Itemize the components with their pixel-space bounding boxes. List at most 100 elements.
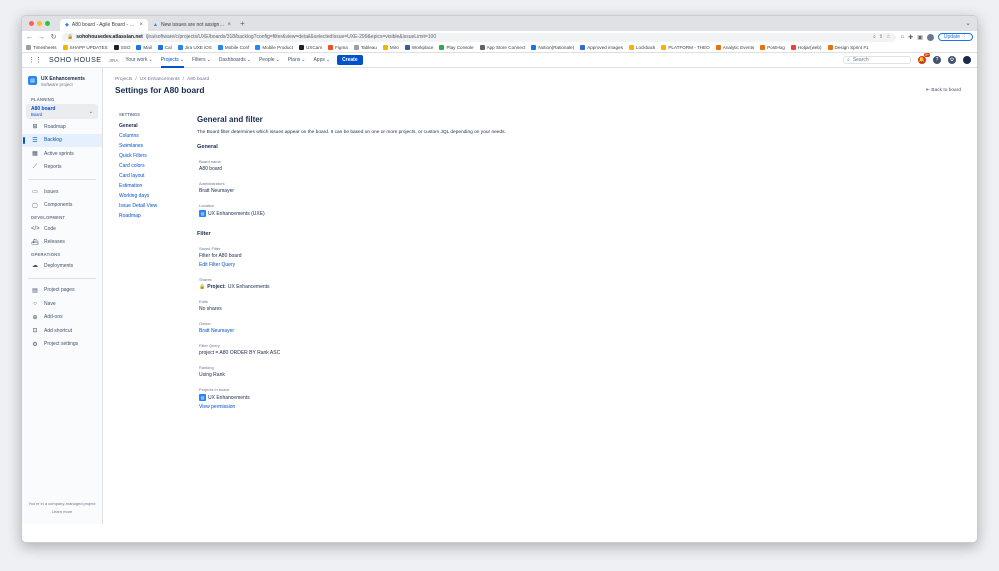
projects-in-board-value: ▤ UX Enhancements <box>199 394 597 401</box>
sidebar-item-add-shortcut[interactable]: ⊡ Add shortcut <box>22 324 102 338</box>
bookmark-item[interactable]: Lockback <box>628 45 655 50</box>
nav-apps[interactable]: Apps ⌄ <box>313 57 330 63</box>
bookmark-item[interactable]: Hotjar(web) <box>790 45 822 50</box>
profile-avatar[interactable] <box>926 33 934 41</box>
sidebar-item-reports[interactable]: ⟋ Reports <box>22 161 102 175</box>
page-title: Settings for A80 board <box>115 85 205 95</box>
zoom-icon[interactable]: ⌕ <box>873 34 876 40</box>
close-window-button[interactable] <box>29 21 34 26</box>
bookmark-item[interactable]: App Store Connect <box>479 45 525 50</box>
view-permission-link[interactable]: View permission <box>199 404 597 410</box>
bookmark-item[interactable]: PostHog <box>760 45 785 50</box>
shares-value: 🔒 Project: UX Enhancements <box>199 284 597 290</box>
owner-link[interactable]: Bratt Neumayer <box>199 328 597 334</box>
nav-label: Projects <box>160 57 179 63</box>
pages-icon: ▤ <box>32 287 38 294</box>
settings-link-working-days[interactable]: Working days <box>119 191 179 201</box>
sidebar-item-code[interactable]: </> Code <box>22 222 102 236</box>
sidebar-item-project-settings[interactable]: ⚙ Project settings <box>22 338 102 352</box>
app-switcher-icon[interactable]: ⋮⋮ <box>28 56 42 64</box>
zoom-window-button[interactable] <box>45 21 50 26</box>
sidepanel-icon[interactable]: ▣ <box>917 34 923 41</box>
nav-people[interactable]: People ⌄ <box>259 57 280 63</box>
back-to-board-link[interactable]: ⇤ Back to board <box>926 88 961 93</box>
forward-icon[interactable]: → <box>38 34 45 41</box>
nav-your-work[interactable]: Your work ⌄ <box>125 57 152 63</box>
bookmark-item[interactable]: Mail <box>136 45 152 50</box>
bookmark-item[interactable]: PLATFORM - THEO <box>661 45 710 50</box>
settings-link-estimation[interactable]: Estimation <box>119 181 179 191</box>
bookmark-item[interactable]: SSO <box>113 45 130 50</box>
nav-dashboards[interactable]: Dashboards ⌄ <box>219 57 251 63</box>
sidebar-item-nave[interactable]: ○ Nave <box>22 297 102 311</box>
help-icon[interactable]: ? <box>933 56 941 64</box>
search-input[interactable]: ⌕ Search <box>843 56 911 64</box>
back-icon[interactable]: ← <box>26 34 33 41</box>
reload-icon[interactable]: ↻ <box>50 33 57 41</box>
sidebar-item-deployments[interactable]: ☁ Deployments <box>22 259 102 273</box>
bookmark-item[interactable]: Miro <box>382 45 399 50</box>
settings-link-roadmap[interactable]: Roadmap <box>119 211 179 221</box>
bookmark-item[interactable]: Play Console <box>439 45 474 50</box>
nav-filters[interactable]: Filters ⌄ <box>192 57 211 63</box>
learn-more-link[interactable]: Learn more <box>22 508 102 516</box>
sidebar-item-active-sprints[interactable]: ▦ Active sprints <box>22 147 102 161</box>
bookmark-item[interactable]: Notion(Rationale) <box>531 45 574 50</box>
sidebar-item-add-ons[interactable]: ⊕ Add-ons <box>22 311 102 325</box>
extension-icon[interactable]: ⌂ <box>901 34 905 40</box>
puzzle-icon[interactable]: ✚ <box>908 34 913 41</box>
tab-search-icon[interactable]: ⌄ <box>965 19 971 27</box>
settings-link-quick-filters[interactable]: Quick Filters <box>119 151 179 161</box>
bookmark-item[interactable]: Figma <box>328 45 348 50</box>
settings-gear-icon[interactable]: ⚙ <box>948 56 956 64</box>
edit-filter-query-link[interactable]: Edit Filter Query <box>199 262 597 268</box>
update-button[interactable]: Update ⋮ <box>937 33 973 41</box>
bookmark-item[interactable]: Design Sprint #1 <box>827 45 869 50</box>
new-tab-icon[interactable]: + <box>236 19 249 28</box>
bookmark-item[interactable]: Workplace <box>404 45 433 50</box>
share-icon[interactable]: ⇪ <box>879 34 883 40</box>
operations-heading: OPERATIONS <box>31 252 61 257</box>
close-tab-icon[interactable]: × <box>227 22 231 28</box>
nav-plans[interactable]: Plans ⌄ <box>288 57 306 63</box>
bookmark-item[interactable]: Timesheets <box>26 45 57 50</box>
bookmark-item[interactable]: Approved images <box>580 45 623 50</box>
breadcrumb-project[interactable]: UX Enhancements <box>140 77 180 82</box>
bookmark-item[interactable]: Analytic Events <box>715 45 754 50</box>
bookmark-star-icon[interactable]: ☆ <box>886 34 890 40</box>
settings-link-general[interactable]: General <box>119 121 179 131</box>
minimize-window-button[interactable] <box>37 21 42 26</box>
settings-link-issue-detail-view[interactable]: Issue Detail View <box>119 201 179 211</box>
browser-tab-active[interactable]: ◆ A80 board - Agile Board - JIRA × <box>60 19 148 31</box>
notifications-icon[interactable]: 🔔 9+ <box>918 53 930 64</box>
browser-tab[interactable]: ▲ New issues are not assigned t × <box>148 19 236 31</box>
create-button[interactable]: Create <box>337 55 363 65</box>
bookmark-item[interactable]: Mobile Product <box>255 45 293 50</box>
sidebar-item-roadmap[interactable]: ⊞ Roadmap <box>22 120 102 134</box>
sidebar-item-project-pages[interactable]: ▤ Project pages <box>22 284 102 298</box>
sidebar-item-releases[interactable]: ⛴ Releases <box>22 236 102 250</box>
address-bar[interactable]: 🔒 sohohousedev.atlassian.net/jira/softwa… <box>62 32 896 42</box>
sidebar-item-issues[interactable]: ▭ Issues <box>22 185 102 199</box>
board-selector[interactable]: A80 board Board ⌄ <box>26 104 98 119</box>
bookmark-item[interactable]: Mobile Conf <box>217 45 249 50</box>
bookmark-item[interactable]: Jira UXE iOS <box>177 45 212 50</box>
close-tab-icon[interactable]: × <box>139 22 143 28</box>
settings-link-card-layout[interactable]: Card layout <box>119 171 179 181</box>
brand-logo[interactable]: SOHO HOUSE <box>49 57 101 64</box>
settings-link-card-colors[interactable]: Card colors <box>119 161 179 171</box>
project-header[interactable]: ▤ UX Enhancements Software project <box>22 76 102 87</box>
breadcrumb-board[interactable]: A80 board <box>187 77 209 82</box>
settings-link-swimlanes[interactable]: Swimlanes <box>119 141 179 151</box>
user-avatar[interactable] <box>963 56 971 64</box>
nav-projects[interactable]: Projects ⌄ <box>160 53 184 68</box>
bookmark-item[interactable]: UXCam <box>298 45 322 50</box>
project-sidebar: ▤ UX Enhancements Software project PLANN… <box>22 68 103 524</box>
breadcrumb-projects[interactable]: Projects <box>115 77 132 82</box>
bookmark-item[interactable]: Tableau <box>353 45 377 50</box>
sidebar-item-backlog[interactable]: ☰ Backlog <box>22 133 102 147</box>
sidebar-item-components[interactable]: ▢ Components <box>22 199 102 213</box>
bookmark-item[interactable]: SHAPP UPDATES <box>62 45 108 50</box>
settings-link-columns[interactable]: Columns <box>119 131 179 141</box>
bookmark-item[interactable]: Cal <box>157 45 172 50</box>
